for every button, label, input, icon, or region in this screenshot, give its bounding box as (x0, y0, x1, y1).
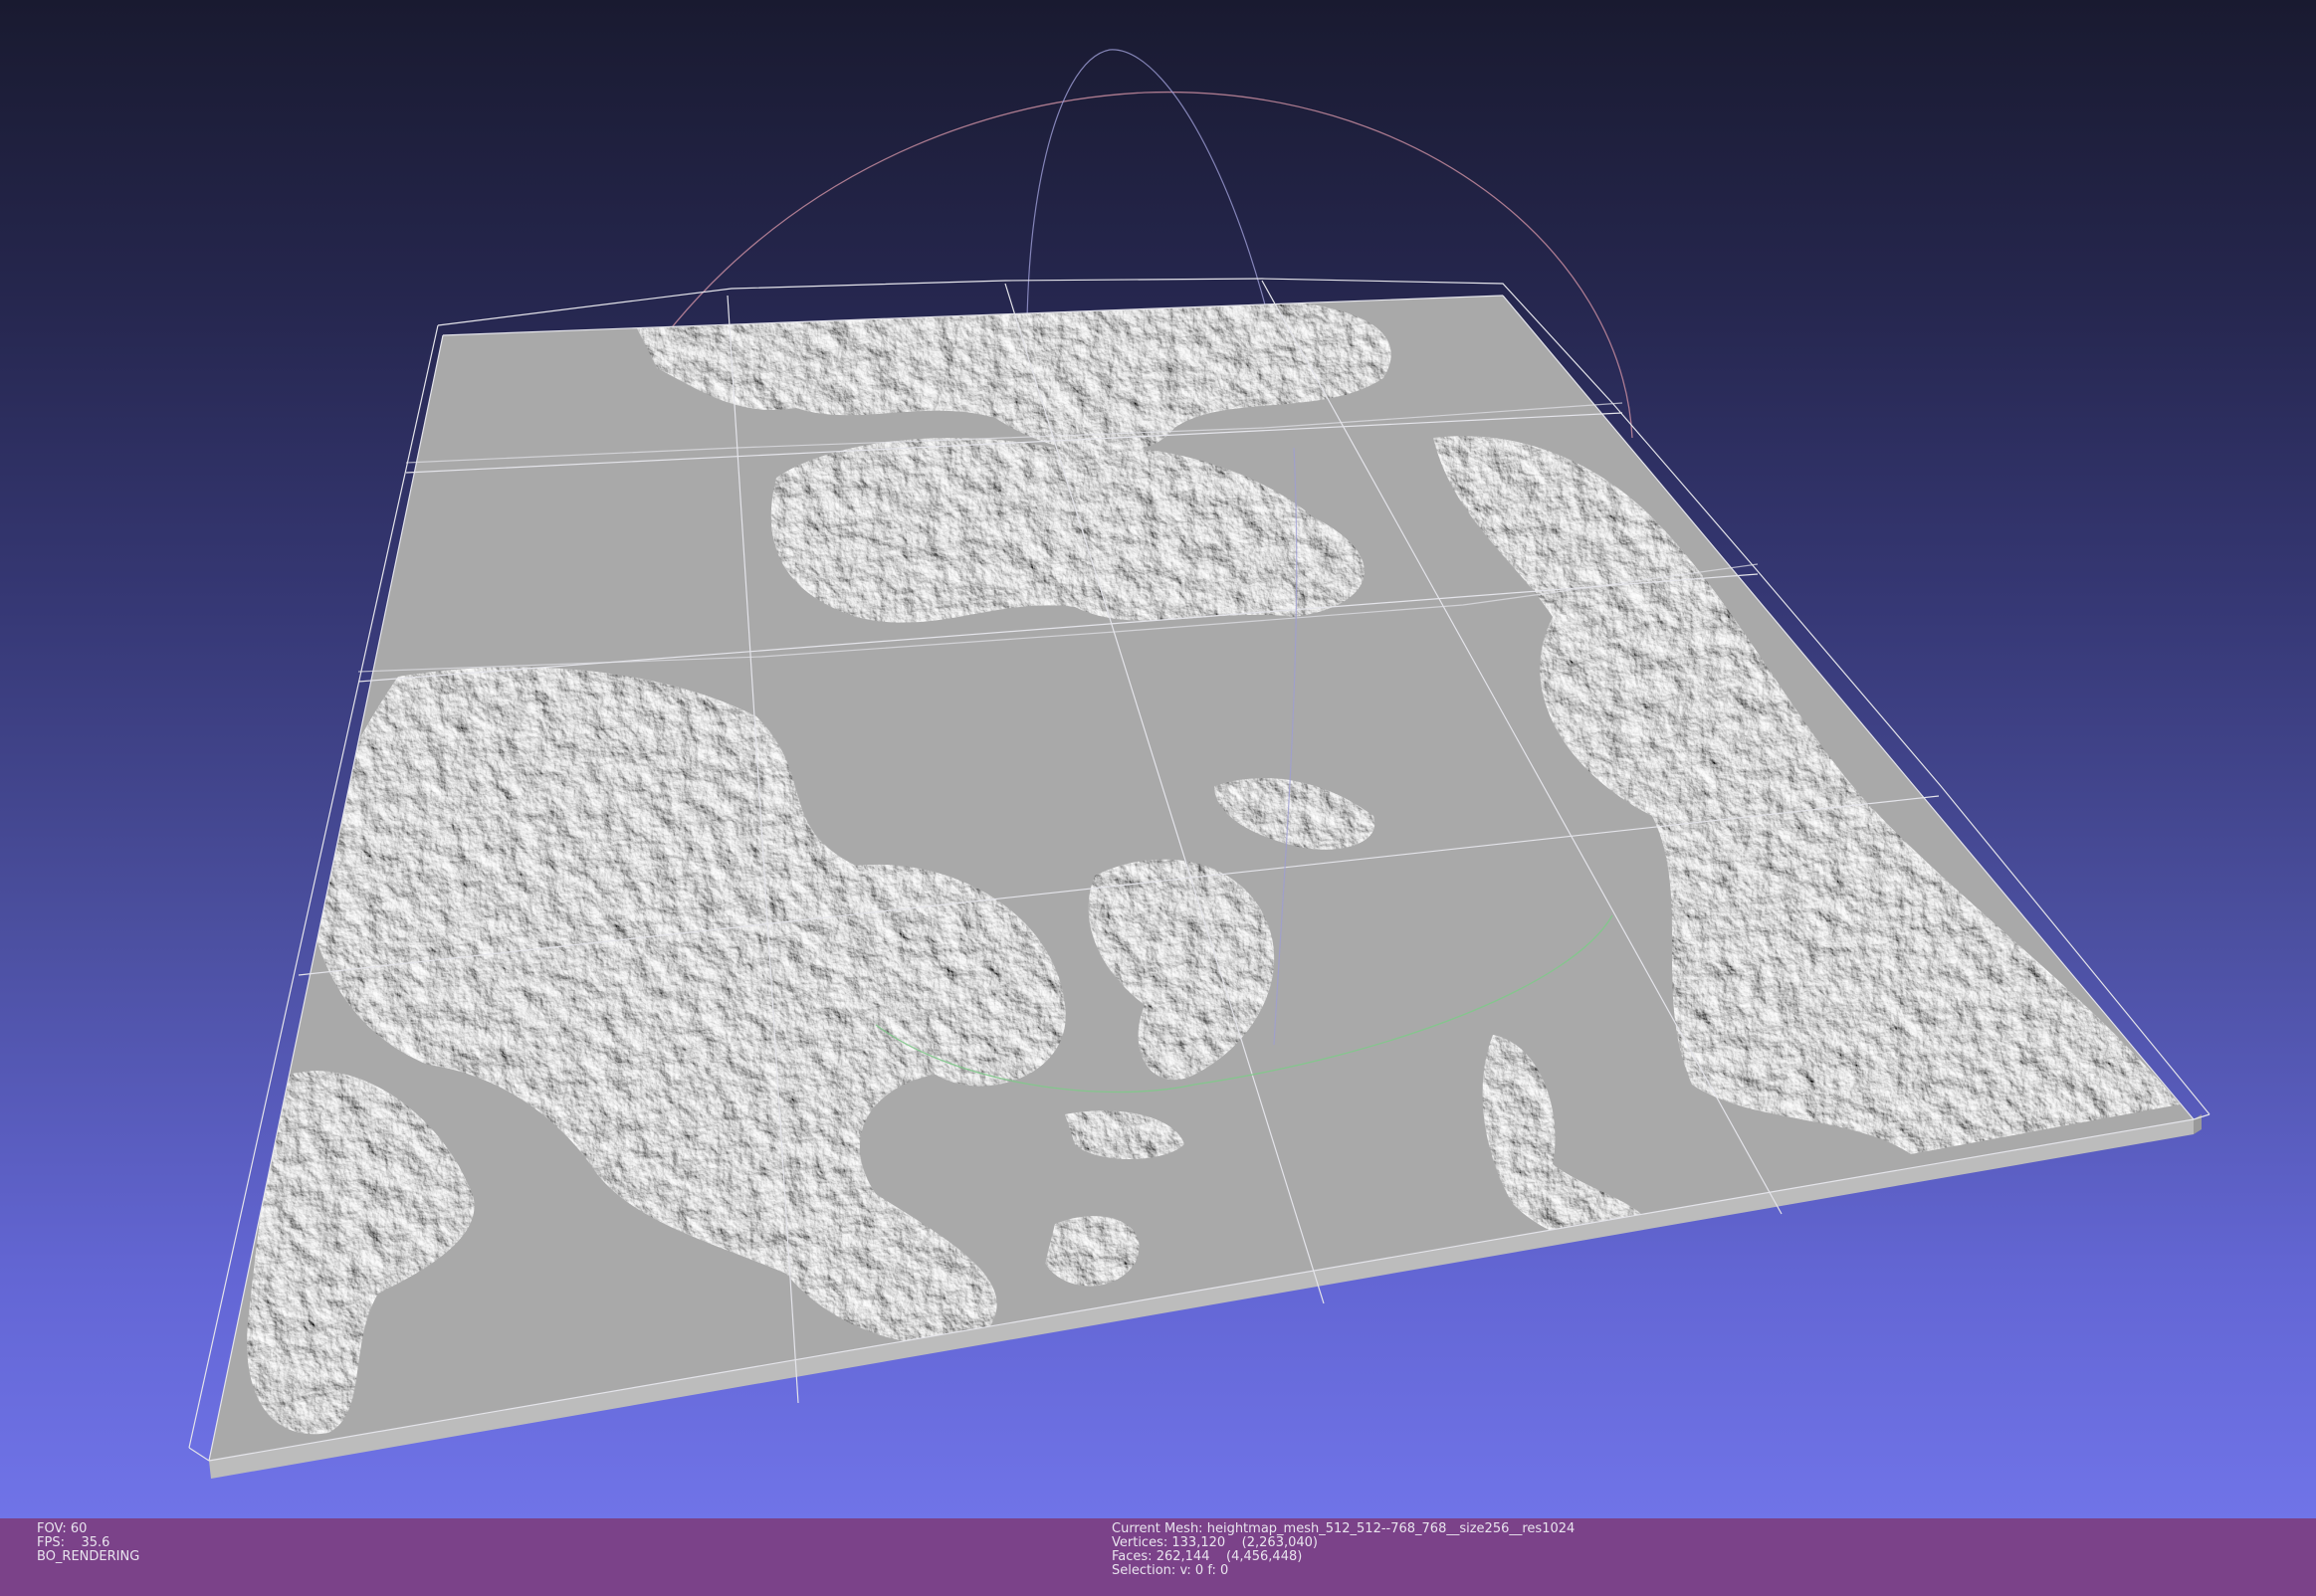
current-mesh-readout: Current Mesh: heightmap_mesh_512_512--76… (1112, 1521, 1576, 1536)
fov-readout: FOV: 60 (37, 1521, 88, 1536)
vertices-readout: Vertices: 133,120 (2,263,040) (1112, 1535, 1318, 1550)
faces-readout: Faces: 262,144 (4,456,448) (1112, 1549, 1303, 1564)
3d-viewport[interactable] (0, 0, 2316, 1518)
mesh-scene[interactable] (0, 0, 2316, 1518)
render-mode: BO_RENDERING (37, 1549, 140, 1564)
render-info: FOV: 60 FPS: 35.6 BO_RENDERING (37, 1522, 139, 1564)
selection-readout: Selection: v: 0 f: 0 (1112, 1563, 1229, 1578)
fps-readout: FPS: 35.6 (37, 1535, 110, 1550)
mesh-info: Current Mesh: heightmap_mesh_512_512--76… (1112, 1522, 1575, 1578)
status-bar: FOV: 60 FPS: 35.6 BO_RENDERING Current M… (0, 1518, 2316, 1596)
